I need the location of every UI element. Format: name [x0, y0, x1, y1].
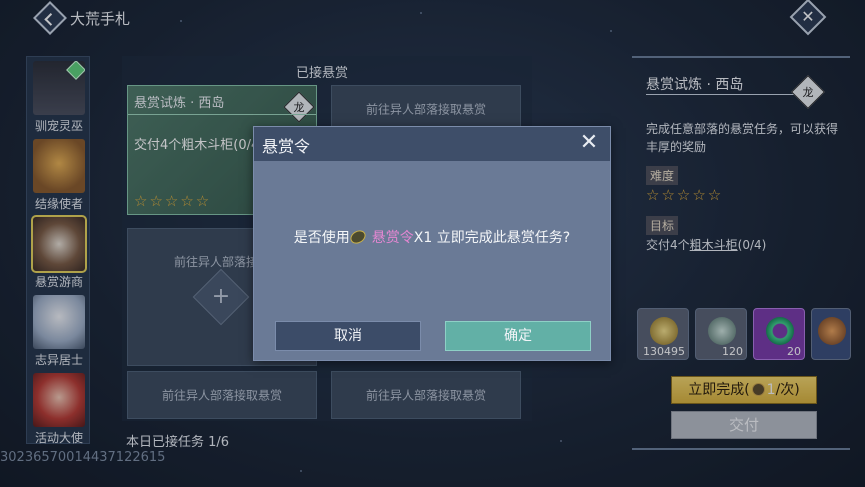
cancel-button[interactable]: 取消	[275, 321, 421, 351]
dialog-header: 悬赏令 ✕	[254, 127, 610, 161]
close-icon[interactable]: ✕	[578, 132, 600, 154]
msg-post: X1 立即完成此悬赏任务?	[413, 230, 571, 246]
bounty-token-icon	[347, 227, 368, 247]
dialog-body: 是否使用 悬赏令X1 立即完成此悬赏任务? 取消 确定	[254, 161, 610, 360]
confirm-button[interactable]: 确定	[445, 321, 591, 351]
msg-item: 悬赏令	[371, 230, 414, 246]
dialog-title: 悬赏令	[262, 137, 311, 156]
dialog-message: 是否使用 悬赏令X1 立即完成此悬赏任务?	[254, 227, 610, 247]
bounty-token-dialog: 悬赏令 ✕ 是否使用 悬赏令X1 立即完成此悬赏任务? 取消 确定	[253, 126, 611, 361]
msg-pre: 是否使用	[293, 230, 350, 246]
